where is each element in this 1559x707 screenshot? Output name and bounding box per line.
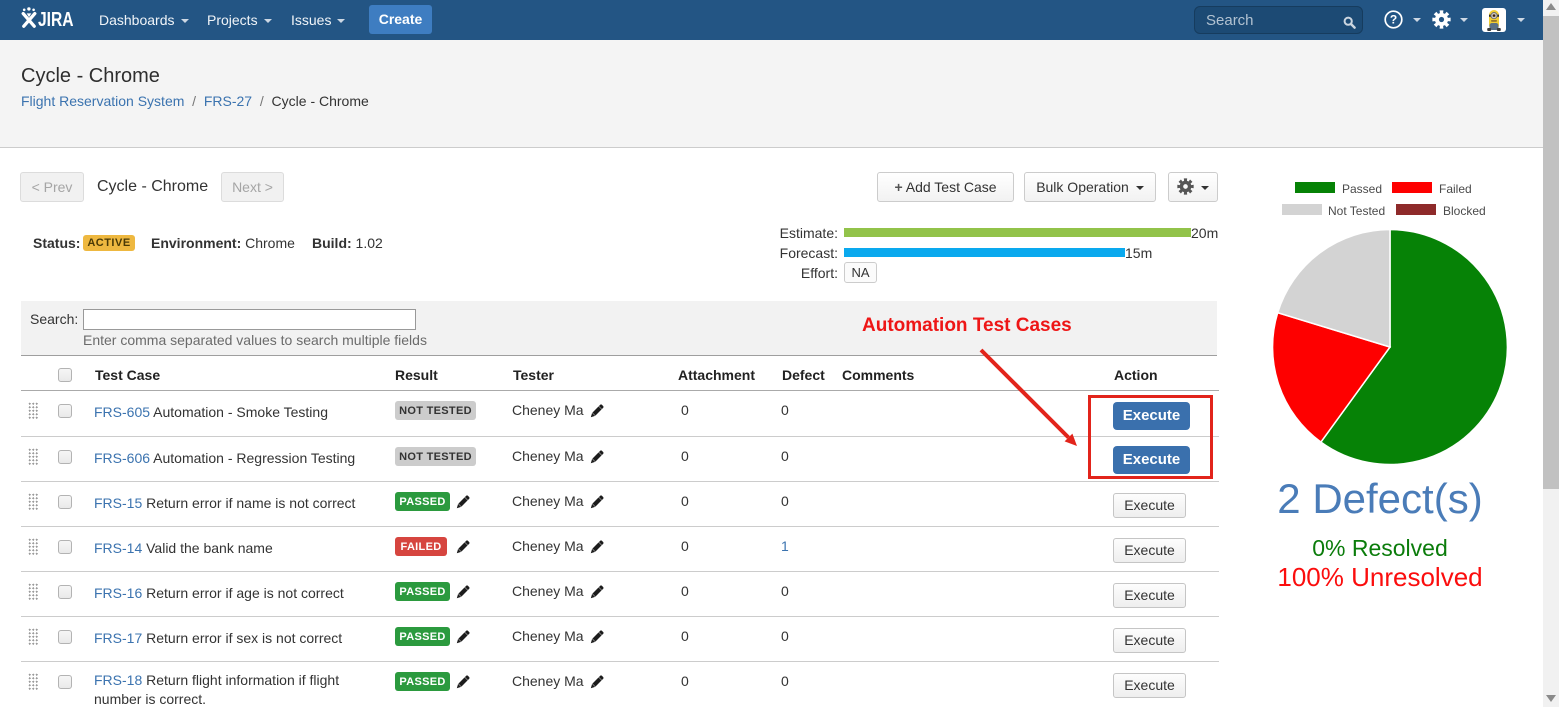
svg-text:?: ? [1390, 13, 1397, 27]
